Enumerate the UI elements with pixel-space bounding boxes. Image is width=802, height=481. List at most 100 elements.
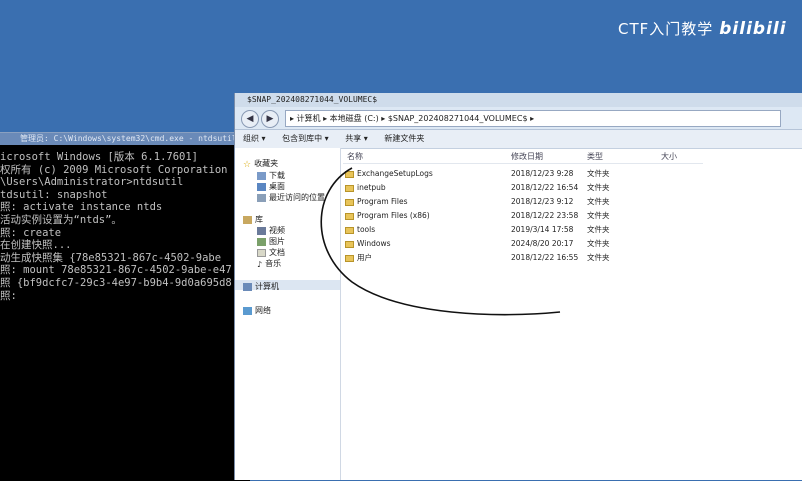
column-headers: 名称 修改日期 类型 大小 xyxy=(343,151,703,164)
folder-icon xyxy=(345,241,354,248)
star-icon: ☆ xyxy=(243,159,252,170)
navigation-pane: ☆ 收藏夹 下载 桌面 最近访问的位置 库 视频 图片 文档 ♪ 音乐 计算机 网络 xyxy=(235,148,341,480)
library-icon xyxy=(243,215,252,224)
nav-desktop[interactable]: 桌面 xyxy=(257,181,285,192)
file-name: Program Files xyxy=(357,197,408,206)
file-name: ExchangeSetupLogs xyxy=(357,169,433,178)
list-item[interactable]: Program Files (x86) 2018/12/22 23:58 文件夹 xyxy=(343,209,703,223)
network-icon xyxy=(243,306,252,315)
nav-music[interactable]: ♪ 音乐 xyxy=(257,258,281,269)
nav-videos[interactable]: 视频 xyxy=(257,225,285,236)
cmd-line: tdsutil: snapshot xyxy=(0,188,108,201)
nav-documents[interactable]: 文档 xyxy=(257,247,285,258)
file-type: 文件夹 xyxy=(587,253,610,262)
file-type: 文件夹 xyxy=(587,211,610,220)
nav-videos-label: 视频 xyxy=(269,226,285,235)
toolbar: 组织 ▾ 包含到库中 ▾ 共享 ▾ 新建文件夹 xyxy=(235,130,802,149)
cmd-line: 照: mount 78e85321-867c-4502-9abe-e47 xyxy=(0,264,232,277)
cmd-output[interactable]: icrosoft Windows [版本 6.1.7601] 权所有 (c) 2… xyxy=(0,145,250,302)
cmd-line: icrosoft Windows [版本 6.1.7601] xyxy=(0,151,199,163)
cmd-line: 活动实例设置为“ntds”。 xyxy=(0,213,122,226)
pictures-icon xyxy=(257,237,266,246)
cmd-line: 照 {bf9dcfc7-29c3-4e97-b9b4-9d0a695d8 xyxy=(0,276,232,289)
file-type: 文件夹 xyxy=(587,197,610,206)
nav-computer[interactable]: 计算机 xyxy=(243,281,279,292)
new-folder-button[interactable]: 新建文件夹 xyxy=(384,134,424,143)
nav-recent[interactable]: 最近访问的位置 xyxy=(257,192,325,203)
cmd-line: 动生成快照集 {78e85321-867c-4502-9abe xyxy=(0,251,222,264)
list-item[interactable]: inetpub 2018/12/22 16:54 文件夹 xyxy=(343,181,703,195)
column-date[interactable]: 修改日期 xyxy=(511,151,543,163)
folder-icon xyxy=(345,255,354,262)
explorer-title: $SNAP_202408271044_VOLUMEC$ xyxy=(235,93,802,107)
nav-recent-label: 最近访问的位置 xyxy=(269,193,325,202)
computer-icon xyxy=(243,282,252,291)
video-icon xyxy=(257,226,266,235)
list-item[interactable]: Program Files 2018/12/23 9:12 文件夹 xyxy=(343,195,703,209)
file-date: 2018/12/22 23:58 xyxy=(511,211,579,220)
file-name: Program Files (x86) xyxy=(357,211,430,220)
list-item[interactable]: Windows 2024/8/20 20:17 文件夹 xyxy=(343,237,703,251)
nav-desktop-label: 桌面 xyxy=(269,182,285,191)
desktop-icon xyxy=(257,182,266,191)
cmd-line: 在创建快照... xyxy=(0,239,72,252)
column-type[interactable]: 类型 xyxy=(587,151,603,163)
list-item[interactable]: tools 2019/3/14 17:58 文件夹 xyxy=(343,223,703,237)
cmd-line: 权所有 (c) 2009 Microsoft Corporation xyxy=(0,163,228,176)
file-type: 文件夹 xyxy=(587,239,610,248)
bilibili-logo: bilibili xyxy=(719,19,787,39)
nav-libraries-label: 库 xyxy=(255,215,263,224)
include-in-library-button[interactable]: 包含到库中 ▾ xyxy=(282,134,329,143)
column-size[interactable]: 大小 xyxy=(661,151,677,163)
file-date: 2018/12/23 9:12 xyxy=(511,197,574,206)
nav-network[interactable]: 网络 xyxy=(243,305,271,316)
address-bar-row: ◀ ▶ ▸ 计算机 ▸ 本地磁盘 (C:) ▸ $SNAP_2024082710… xyxy=(235,107,802,130)
file-list[interactable]: 名称 修改日期 类型 大小 ExchangeSetupLogs 2018/12/2… xyxy=(343,151,802,480)
documents-icon xyxy=(257,248,266,257)
file-type: 文件夹 xyxy=(587,169,610,178)
watermark-text: CTF入门教学 xyxy=(618,20,714,38)
column-name[interactable]: 名称 xyxy=(347,151,363,163)
share-button[interactable]: 共享 ▾ xyxy=(345,134,368,143)
nav-network-label: 网络 xyxy=(255,306,271,315)
downloads-icon xyxy=(257,171,266,180)
nav-pictures[interactable]: 图片 xyxy=(257,236,285,247)
recent-places-icon xyxy=(257,193,266,202)
folder-icon xyxy=(345,199,354,206)
cmd-line: 照: create xyxy=(0,226,62,239)
nav-computer-label: 计算机 xyxy=(255,282,279,291)
nav-music-label: 音乐 xyxy=(265,259,282,268)
nav-downloads[interactable]: 下载 xyxy=(257,170,285,181)
folder-icon xyxy=(345,213,354,220)
forward-button[interactable]: ▶ xyxy=(261,110,279,128)
nav-favorites-label: 收藏夹 xyxy=(254,159,279,168)
file-type: 文件夹 xyxy=(587,183,610,192)
music-icon: ♪ xyxy=(257,259,263,269)
nav-libraries[interactable]: 库 xyxy=(243,214,263,225)
list-item[interactable]: ExchangeSetupLogs 2018/12/23 9:28 文件夹 xyxy=(343,167,703,181)
list-item[interactable]: 用户 2018/12/22 16:55 文件夹 xyxy=(343,251,703,265)
nav-downloads-label: 下载 xyxy=(269,171,285,180)
nav-favorites[interactable]: ☆ 收藏夹 xyxy=(243,158,279,170)
folder-icon xyxy=(345,171,354,178)
file-date: 2024/8/20 20:17 xyxy=(511,239,574,248)
cmd-line: \Users\Administrator>ntdsutil xyxy=(0,176,184,189)
file-date: 2018/12/23 9:28 xyxy=(511,169,574,178)
file-name: inetpub xyxy=(357,183,386,192)
nav-pictures-label: 图片 xyxy=(269,237,285,246)
folder-icon xyxy=(345,227,354,234)
file-name: tools xyxy=(357,225,376,234)
file-date: 2019/3/14 17:58 xyxy=(511,225,574,234)
file-date: 2018/12/22 16:54 xyxy=(511,183,579,192)
cmd-line: 照: activate instance ntds xyxy=(0,201,163,214)
address-bar[interactable]: ▸ 计算机 ▸ 本地磁盘 (C:) ▸ $SNAP_202408271044_V… xyxy=(285,110,781,127)
file-name: 用户 xyxy=(357,253,372,262)
watermark: CTF入门教学 bilibili xyxy=(618,18,787,39)
cmd-window[interactable]: 管理员: C:\Windows\system32\cmd.exe - ntdsu… xyxy=(0,132,250,481)
file-name: Windows xyxy=(357,239,391,248)
explorer-window[interactable]: $SNAP_202408271044_VOLUMEC$ ◀ ▶ ▸ 计算机 ▸ … xyxy=(234,93,802,480)
organize-button[interactable]: 组织 ▾ xyxy=(243,134,266,143)
cmd-title: 管理员: C:\Windows\system32\cmd.exe - ntdsu… xyxy=(0,133,250,145)
back-button[interactable]: ◀ xyxy=(241,110,259,128)
cmd-line: 照: xyxy=(0,289,17,302)
